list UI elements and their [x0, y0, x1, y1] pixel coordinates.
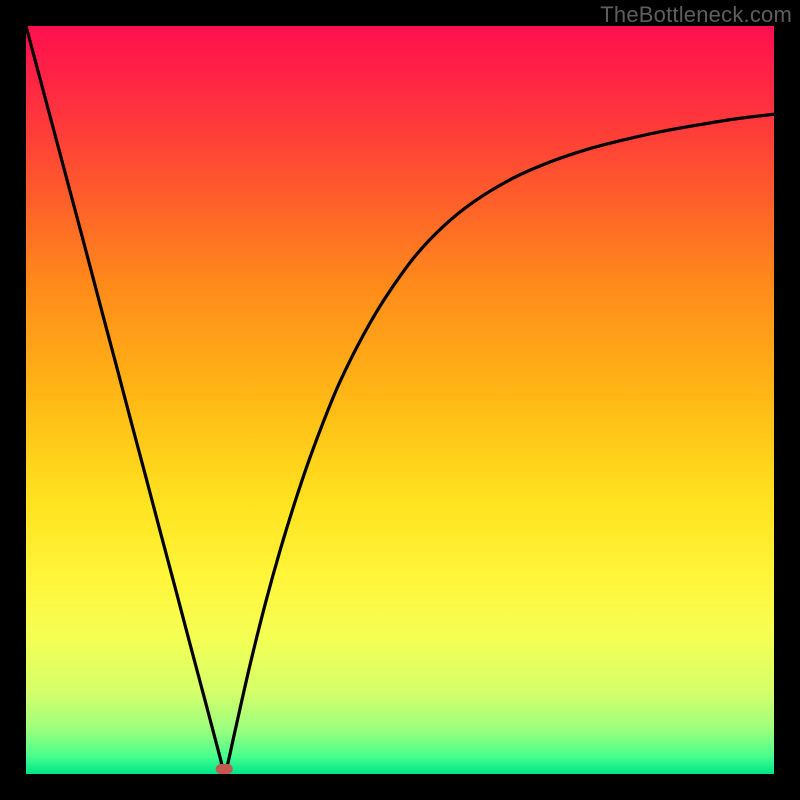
gradient-background: [26, 26, 774, 774]
chart-frame: [26, 26, 774, 774]
optimal-marker: [216, 764, 233, 774]
watermark-text: TheBottleneck.com: [600, 2, 792, 28]
bottleneck-chart: [26, 26, 774, 774]
